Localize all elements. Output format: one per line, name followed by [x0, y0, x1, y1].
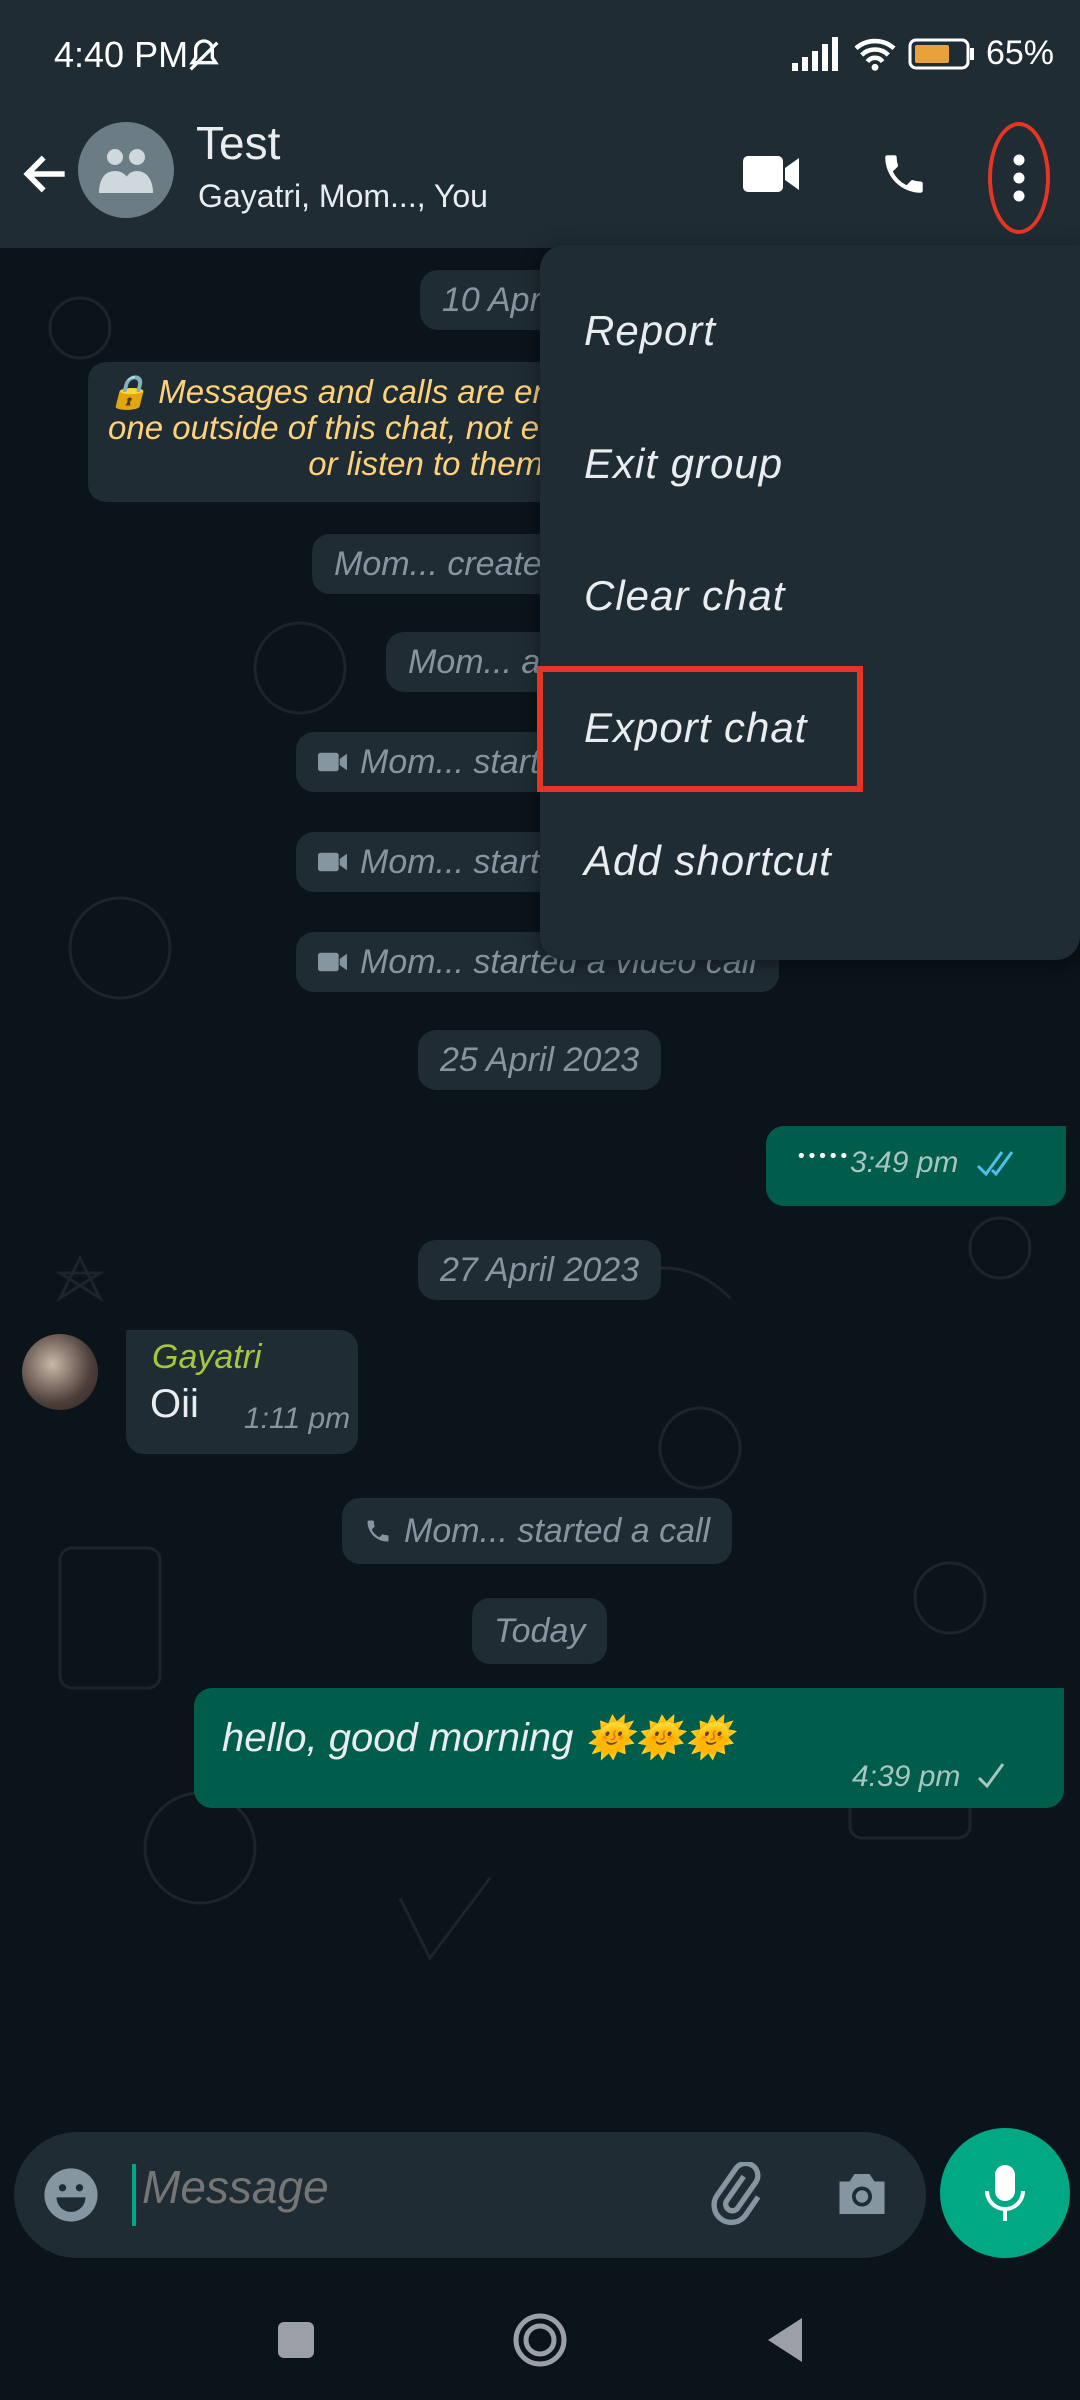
- sent-tick-icon: [977, 1763, 1005, 1789]
- date-separator: 25 April 2023: [418, 1030, 662, 1090]
- wifi-icon: [854, 38, 896, 71]
- sender-name: Gayatri: [152, 1338, 262, 1376]
- outgoing-message[interactable]: ••••• 3:49 pm: [766, 1126, 1066, 1206]
- video-call-icon: [318, 952, 347, 972]
- voice-record-button[interactable]: [940, 2128, 1070, 2258]
- outgoing-message[interactable]: hello, good morning 🌞🌞🌞 4:39 pm: [194, 1688, 1064, 1808]
- message-time: 1:11 pm: [244, 1402, 351, 1435]
- recents-icon: [278, 2322, 314, 2358]
- date-separator: 27 April 2023: [418, 1240, 662, 1300]
- system-navigation-bar: [0, 2270, 1080, 2400]
- home-icon: [513, 2313, 567, 2367]
- incoming-message[interactable]: Gayatri Oii 1:11 pm: [126, 1330, 358, 1454]
- battery-percent: 65%: [985, 34, 1054, 72]
- video-call-icon: [318, 852, 347, 872]
- read-ticks-icon: [976, 1151, 1014, 1177]
- signal-icon: [791, 36, 838, 71]
- message-text: Oii: [150, 1382, 199, 1426]
- microphone-icon: [985, 2165, 1025, 2221]
- voice-call-button[interactable]: [872, 142, 936, 206]
- mute-icon: [189, 39, 219, 71]
- message-input[interactable]: [142, 2160, 682, 2214]
- message-time: 4:39 pm: [852, 1760, 961, 1793]
- lock-icon: 🔒: [108, 373, 150, 410]
- export-chat-highlight-box: [537, 666, 863, 792]
- more-options-button[interactable]: [988, 122, 1050, 234]
- status-bar: 4:40 PM 65%: [0, 0, 1080, 110]
- home-button[interactable]: [510, 2310, 570, 2370]
- video-call-icon: [743, 156, 799, 192]
- group-avatar-icon: [99, 149, 153, 193]
- video-call-icon: [318, 752, 347, 772]
- system-message-call[interactable]: Mom... started a call: [342, 1498, 733, 1564]
- menu-item-exit-group[interactable]: Exit group: [584, 440, 783, 488]
- sender-avatar[interactable]: [22, 1334, 98, 1410]
- back-arrow-icon[interactable]: [18, 146, 74, 202]
- message-composer: [14, 2132, 926, 2258]
- menu-item-report[interactable]: Report: [584, 307, 716, 355]
- camera-icon[interactable]: [832, 2164, 892, 2224]
- emoji-icon[interactable]: [42, 2166, 100, 2224]
- overflow-menu: Report Exit group Clear chat Export chat…: [540, 245, 1080, 960]
- back-button[interactable]: [754, 2310, 814, 2370]
- date-separator: Today: [472, 1598, 608, 1664]
- status-time: 4:40 PM: [54, 34, 189, 75]
- menu-item-clear-chat[interactable]: Clear chat: [584, 572, 785, 620]
- message-text: hello, good morning 🌞🌞🌞: [222, 1716, 734, 1760]
- recents-button[interactable]: [266, 2310, 326, 2370]
- voice-call-icon: [885, 155, 923, 193]
- text-caret: [132, 2164, 136, 2226]
- more-options-icon: [1013, 154, 1025, 202]
- attach-icon[interactable]: [704, 2162, 768, 2226]
- menu-item-add-shortcut[interactable]: Add shortcut: [584, 837, 832, 885]
- voice-call-icon: [367, 1520, 389, 1542]
- battery-icon: [908, 38, 974, 69]
- chat-title[interactable]: Test: [196, 116, 280, 170]
- message-time: 3:49 pm: [850, 1146, 959, 1179]
- chat-header: Test Gayatri, Mom..., You: [0, 110, 1080, 248]
- video-call-button[interactable]: [740, 142, 804, 206]
- back-triangle-icon: [768, 2318, 802, 2362]
- group-avatar[interactable]: [78, 122, 174, 218]
- chat-participants[interactable]: Gayatri, Mom..., You: [198, 178, 488, 215]
